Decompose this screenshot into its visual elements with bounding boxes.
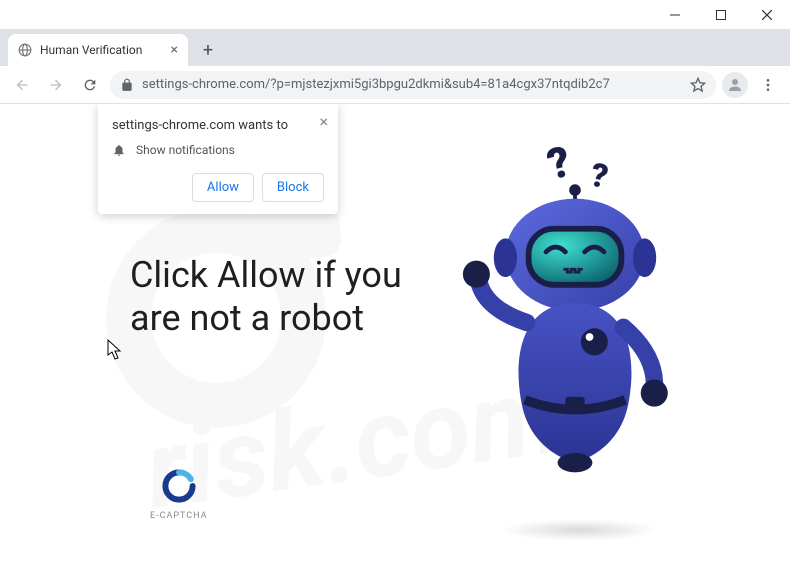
new-tab-button[interactable]: +: [194, 36, 222, 64]
globe-icon: [18, 43, 32, 57]
tab-close-icon[interactable]: ×: [171, 42, 178, 58]
svg-text:?: ?: [543, 138, 577, 191]
profile-avatar[interactable]: [722, 72, 748, 98]
close-window-button[interactable]: [744, 0, 790, 30]
block-button[interactable]: Block: [262, 173, 324, 202]
lock-icon: [120, 78, 134, 92]
prompt-origin: settings-chrome.com wants to: [112, 118, 324, 133]
forward-button[interactable]: [42, 71, 70, 99]
tab-strip: Human Verification × +: [0, 30, 790, 66]
address-bar[interactable]: settings-chrome.com/?p=mjstezjxmi5gi3bpg…: [110, 71, 716, 99]
robot-illustration: ? ?: [430, 134, 720, 501]
notification-prompt: × settings-chrome.com wants to Show noti…: [98, 104, 338, 214]
minimize-button[interactable]: [652, 0, 698, 30]
allow-button[interactable]: Allow: [192, 173, 254, 202]
prompt-close-icon[interactable]: ×: [319, 112, 328, 131]
window-titlebar: [0, 0, 790, 30]
tab-title: Human Verification: [40, 43, 142, 57]
robot-shadow: [500, 519, 660, 541]
page-content: risk.com Click Allow if you are not a ro…: [0, 104, 790, 561]
ecaptcha-logo: E-CAPTCHA: [150, 469, 208, 521]
prompt-permission-text: Show notifications: [136, 143, 235, 157]
tab-active[interactable]: Human Verification ×: [8, 34, 188, 66]
back-button[interactable]: [8, 71, 36, 99]
bookmark-star-icon[interactable]: [690, 77, 706, 93]
kebab-menu-icon[interactable]: [754, 71, 782, 99]
page-heading: Click Allow if you are not a robot: [130, 254, 430, 340]
reload-button[interactable]: [76, 71, 104, 99]
svg-text:?: ?: [587, 157, 611, 198]
ecaptcha-label: E-CAPTCHA: [150, 511, 208, 521]
browser-toolbar: settings-chrome.com/?p=mjstezjxmi5gi3bpg…: [0, 66, 790, 104]
url-text: settings-chrome.com/?p=mjstezjxmi5gi3bpg…: [142, 77, 682, 92]
maximize-button[interactable]: [698, 0, 744, 30]
cursor-icon: [107, 339, 123, 361]
bell-icon: [112, 143, 126, 157]
